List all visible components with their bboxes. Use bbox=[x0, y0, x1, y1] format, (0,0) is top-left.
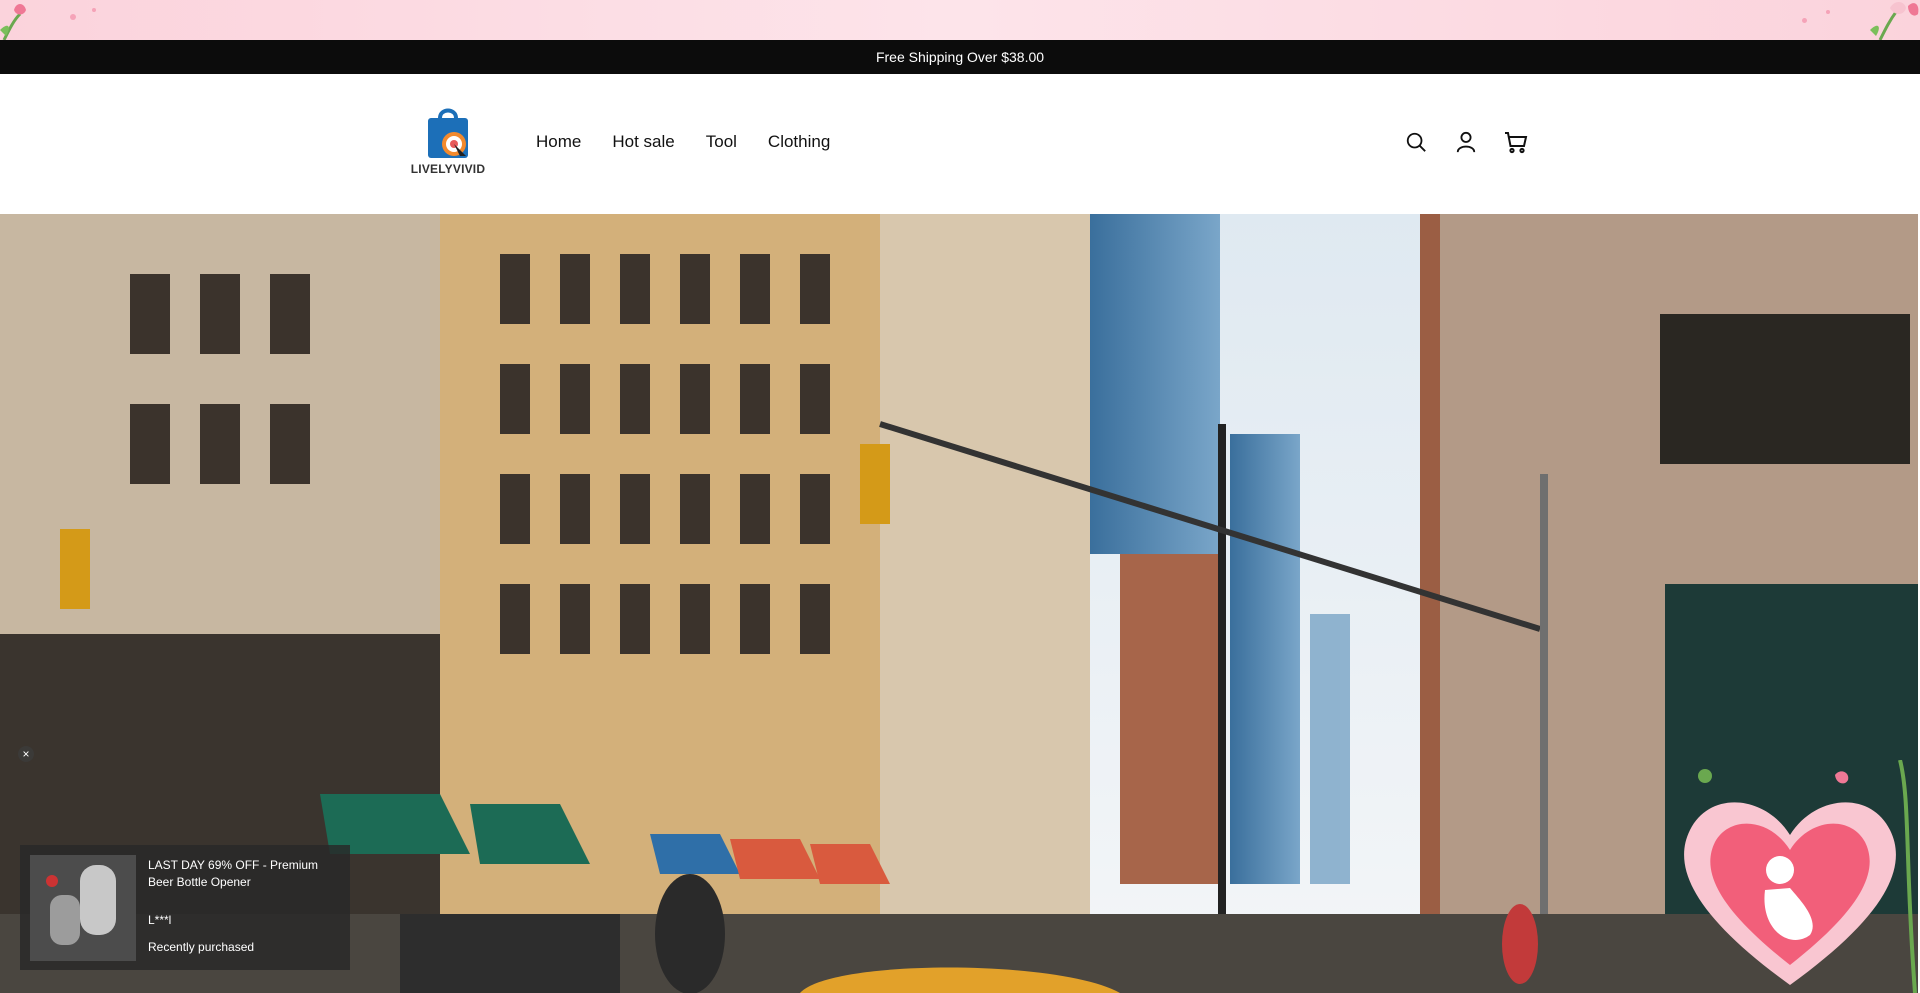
promo-strip bbox=[0, 0, 1920, 40]
nav-clothing[interactable]: Clothing bbox=[768, 132, 830, 152]
cart-icon[interactable] bbox=[1504, 130, 1528, 154]
tulip-decoration-right bbox=[1870, 2, 1919, 40]
search-icon[interactable] bbox=[1404, 130, 1428, 154]
announcement-text: Free Shipping Over $38.00 bbox=[875, 49, 1045, 65]
popup-buyer-name: L***l bbox=[148, 912, 172, 927]
header-icons bbox=[1404, 130, 1528, 154]
popup-product-title[interactable]: LAST DAY 69% OFF - Premium Beer Bottle O… bbox=[148, 857, 340, 892]
logo-text: LIVELYVIVID bbox=[410, 162, 486, 176]
decor-dot bbox=[92, 8, 96, 12]
heart-decoration bbox=[1684, 760, 1917, 993]
decor-dot bbox=[1802, 18, 1807, 23]
nav-hot-sale[interactable]: Hot sale bbox=[612, 132, 674, 152]
account-icon[interactable] bbox=[1454, 130, 1478, 154]
recent-purchase-popup[interactable]: LAST DAY 69% OFF - Premium Beer Bottle O… bbox=[20, 845, 350, 970]
product-thumbnail[interactable] bbox=[30, 855, 136, 961]
popup-info: LAST DAY 69% OFF - Premium Beer Bottle O… bbox=[148, 855, 340, 960]
popup-close-button[interactable]: × bbox=[18, 746, 34, 762]
nav-home[interactable]: Home bbox=[536, 132, 581, 152]
announcement-bar: Free Shipping Over $38.00 bbox=[0, 40, 1920, 74]
popup-status: Recently purchased bbox=[148, 940, 255, 955]
logo-bag-icon bbox=[428, 108, 468, 160]
site-header: LIVELYVIVID Home Hot sale Tool Clothing bbox=[0, 74, 1920, 214]
decor-dot bbox=[70, 14, 76, 20]
tulip-decoration-left bbox=[0, 4, 26, 40]
nav-tool[interactable]: Tool bbox=[706, 132, 737, 152]
main-nav: Home Hot sale Tool Clothing bbox=[536, 132, 830, 152]
logo[interactable]: LIVELYVIVID bbox=[408, 104, 488, 184]
